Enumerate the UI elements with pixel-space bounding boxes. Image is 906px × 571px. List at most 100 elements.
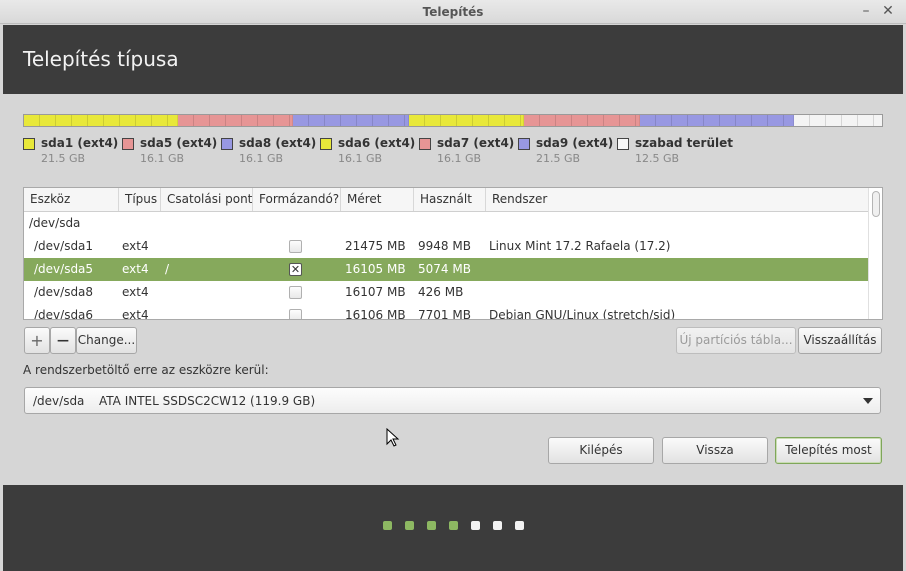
progress-dot-done bbox=[405, 521, 414, 530]
install-now-button[interactable]: Telepítés most bbox=[775, 437, 882, 464]
row-size: 16107 MB bbox=[345, 285, 406, 299]
revert-button[interactable]: Visszaállítás bbox=[798, 327, 882, 354]
new-partition-table-button[interactable]: Új partíciós tábla... bbox=[676, 327, 796, 354]
legend-item: sda7 (ext4) 16.1 GB bbox=[419, 136, 518, 166]
partition-legend: sda1 (ext4) 21.5 GB sda5 (ext4) 16.1 GB sda8… bbox=[23, 136, 737, 166]
legend-label: sda5 (ext4) bbox=[140, 136, 218, 150]
legend-item: szabad terület 12.5 GB bbox=[617, 136, 737, 166]
table-row-selected[interactable]: /dev/sda5 ext4 / ✕ 16105 MB 5074 MB bbox=[24, 258, 869, 281]
back-button[interactable]: Vissza bbox=[662, 437, 768, 464]
legend-item: sda1 (ext4) 21.5 GB bbox=[23, 136, 122, 166]
table-row[interactable]: /dev/sda8 ext4 16107 MB 426 MB bbox=[24, 281, 869, 304]
format-checkbox[interactable] bbox=[289, 240, 302, 253]
column-header-size[interactable]: Méret bbox=[341, 188, 414, 211]
row-device: /dev/sda8 bbox=[34, 285, 94, 299]
row-type: ext4 bbox=[122, 239, 149, 253]
legend-swatch bbox=[122, 138, 134, 150]
legend-item: sda5 (ext4) 16.1 GB bbox=[122, 136, 221, 166]
close-icon[interactable]: ✕ bbox=[880, 3, 896, 19]
chevron-down-icon bbox=[863, 398, 873, 404]
row-type: ext4 bbox=[122, 285, 149, 299]
legend-swatch bbox=[320, 138, 332, 150]
progress-dot-pending bbox=[493, 521, 502, 530]
page-title: Telepítés típusa bbox=[23, 47, 179, 71]
table-group-row[interactable]: /dev/sda bbox=[24, 212, 869, 235]
window-titlebar: Telepítés – ✕ bbox=[0, 0, 906, 24]
progress-dot-pending bbox=[471, 521, 480, 530]
bootloader-device-select[interactable]: /dev/sda ATA INTEL SSDSC2CW12 (119.9 GB) bbox=[24, 387, 881, 414]
legend-label: szabad terület bbox=[635, 136, 734, 150]
progress-footer bbox=[3, 485, 903, 571]
scrollbar-thumb[interactable] bbox=[872, 191, 880, 217]
table-row[interactable]: /dev/sda1 ext4 21475 MB 9948 MB Linux Mi… bbox=[24, 235, 869, 258]
add-partition-button[interactable]: + bbox=[24, 327, 50, 354]
partition-segment-sda8 bbox=[293, 115, 409, 126]
partition-segment-sda7 bbox=[524, 115, 640, 126]
legend-label: sda9 (ext4) bbox=[536, 136, 614, 150]
legend-size: 21.5 GB bbox=[536, 152, 581, 165]
legend-size: 12.5 GB bbox=[635, 152, 680, 165]
legend-size: 16.1 GB bbox=[338, 152, 383, 165]
row-system: Linux Mint 17.2 Rafaela (17.2) bbox=[489, 239, 671, 253]
legend-size: 16.1 GB bbox=[140, 152, 185, 165]
legend-label: sda1 (ext4) bbox=[41, 136, 119, 150]
row-device: /dev/sda5 bbox=[34, 262, 94, 276]
row-used: 426 MB bbox=[418, 285, 464, 299]
partition-segment-sda6 bbox=[408, 115, 525, 126]
legend-size: 21.5 GB bbox=[41, 152, 86, 165]
format-checkbox[interactable] bbox=[289, 286, 302, 299]
legend-label: sda8 (ext4) bbox=[239, 136, 317, 150]
bootloader-device-description: ATA INTEL SSDSC2CW12 (119.9 GB) bbox=[99, 394, 316, 408]
column-header-type[interactable]: Típus bbox=[119, 188, 161, 211]
partition-segment-sda9 bbox=[639, 115, 794, 126]
quit-button[interactable]: Kilépés bbox=[548, 437, 654, 464]
column-header-device[interactable]: Eszköz bbox=[24, 188, 119, 211]
bootloader-device: /dev/sda bbox=[33, 394, 85, 408]
column-header-mount[interactable]: Csatolási pont bbox=[161, 188, 253, 211]
row-type: ext4 bbox=[122, 262, 149, 276]
column-header-format[interactable]: Formázandó? bbox=[253, 188, 341, 211]
legend-swatch bbox=[221, 138, 233, 150]
row-device: /dev/sda6 bbox=[34, 308, 94, 320]
legend-swatch bbox=[518, 138, 530, 150]
partition-segment-sda5 bbox=[178, 115, 294, 126]
legend-item: sda9 (ext4) 21.5 GB bbox=[518, 136, 617, 166]
remove-partition-button[interactable]: — bbox=[50, 327, 76, 354]
table-row[interactable]: /dev/sda6 ext4 16106 MB 7701 MB Debian G… bbox=[24, 304, 869, 320]
progress-dot-done bbox=[449, 521, 458, 530]
legend-size: 16.1 GB bbox=[437, 152, 482, 165]
column-header-used[interactable]: Használt bbox=[414, 188, 486, 211]
partition-segment-free bbox=[793, 115, 882, 126]
row-size: 21475 MB bbox=[345, 239, 406, 253]
progress-dot-done bbox=[427, 521, 436, 530]
page-header: Telepítés típusa bbox=[3, 25, 903, 94]
column-header-system[interactable]: Rendszer bbox=[486, 188, 869, 211]
row-device: /dev/sda1 bbox=[34, 239, 94, 253]
progress-dot-done bbox=[383, 521, 392, 530]
partition-segment-sda1 bbox=[24, 115, 178, 126]
table-header: Eszköz Típus Csatolási pont Formázandó? … bbox=[24, 188, 869, 212]
legend-label: sda7 (ext4) bbox=[437, 136, 515, 150]
partition-bar bbox=[23, 114, 883, 127]
legend-label: sda6 (ext4) bbox=[338, 136, 416, 150]
format-checkbox-checked[interactable]: ✕ bbox=[289, 263, 302, 276]
legend-item: sda8 (ext4) 16.1 GB bbox=[221, 136, 320, 166]
row-system: Debian GNU/Linux (stretch/sid) bbox=[489, 308, 676, 320]
row-used: 5074 MB bbox=[418, 262, 471, 276]
row-size: 16106 MB bbox=[345, 308, 406, 320]
row-type: ext4 bbox=[122, 308, 149, 320]
window-title: Telepítés bbox=[422, 5, 484, 19]
group-device: /dev/sda bbox=[29, 216, 81, 230]
legend-swatch bbox=[617, 138, 629, 150]
change-partition-button[interactable]: Change... bbox=[76, 327, 137, 354]
progress-dot-pending bbox=[515, 521, 524, 530]
minimize-icon[interactable]: – bbox=[858, 3, 874, 19]
legend-swatch bbox=[23, 138, 35, 150]
format-checkbox[interactable] bbox=[289, 309, 302, 319]
row-used: 9948 MB bbox=[418, 239, 471, 253]
legend-swatch bbox=[419, 138, 431, 150]
main-content: sda1 (ext4) 21.5 GB sda5 (ext4) 16.1 GB sda8… bbox=[3, 94, 903, 485]
row-used: 7701 MB bbox=[418, 308, 471, 320]
partition-table[interactable]: Eszköz Típus Csatolási pont Formázandó? … bbox=[23, 187, 883, 320]
table-scrollbar[interactable] bbox=[868, 188, 882, 319]
